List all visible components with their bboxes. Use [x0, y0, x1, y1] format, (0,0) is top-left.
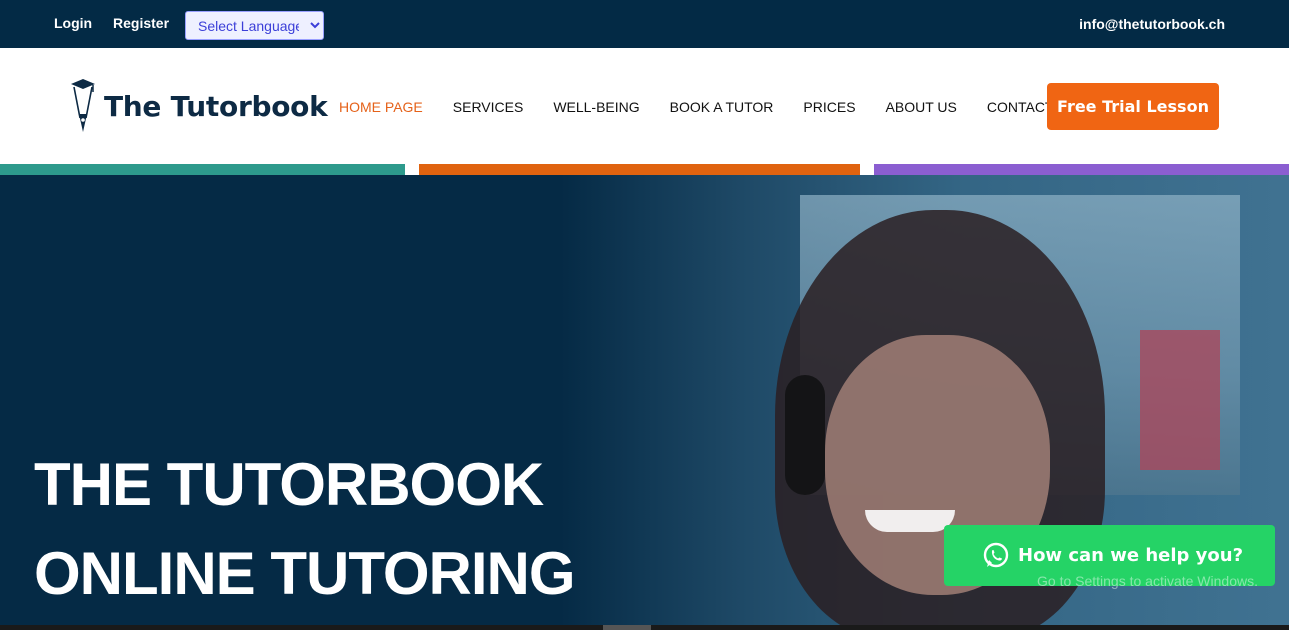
hero-bottom-bar [0, 625, 1289, 630]
site-header: The Tutorbook HOME PAGE SERVICES WELL-BE… [0, 48, 1289, 164]
nav-contact[interactable]: CONTACT [987, 99, 1054, 115]
site-logo[interactable]: The Tutorbook [68, 78, 328, 134]
whatsapp-icon [983, 542, 1009, 567]
accent-strip-purple [874, 164, 1289, 175]
free-trial-lesson-button[interactable]: Free Trial Lesson [1047, 83, 1219, 130]
photo-background-book [1140, 330, 1220, 470]
accent-strip-orange [419, 164, 860, 175]
activate-windows-watermark: Go to Settings to activate Windows. [1037, 573, 1258, 589]
accent-strip-teal [0, 164, 405, 175]
nav-home-page[interactable]: HOME PAGE [339, 99, 423, 115]
whatsapp-label: How can we help you? [1018, 545, 1244, 566]
headphones-icon [785, 375, 825, 495]
nav-well-being[interactable]: WELL-BEING [553, 99, 639, 115]
main-nav: HOME PAGE SERVICES WELL-BEING BOOK A TUT… [339, 99, 1083, 115]
nav-about-us[interactable]: ABOUT US [886, 99, 957, 115]
nav-services[interactable]: SERVICES [453, 99, 524, 115]
slider-indicator[interactable] [603, 625, 651, 630]
nav-book-a-tutor[interactable]: BOOK A TUTOR [670, 99, 774, 115]
hero-title-line-1: THE TUTORBOOK [34, 451, 544, 518]
login-link[interactable]: Login [54, 15, 92, 31]
top-bar: Login Register Select Language info@thet… [0, 0, 1289, 48]
photo-smile [865, 510, 955, 532]
contact-email[interactable]: info@thetutorbook.ch [1079, 16, 1225, 32]
nav-prices[interactable]: PRICES [803, 99, 855, 115]
brand-name: The Tutorbook [104, 89, 328, 123]
pen-nib-logo-icon [71, 79, 95, 132]
language-select[interactable]: Select Language [185, 11, 324, 40]
register-link[interactable]: Register [113, 15, 169, 31]
hero-title-line-2: ONLINE TUTORING [34, 540, 576, 607]
